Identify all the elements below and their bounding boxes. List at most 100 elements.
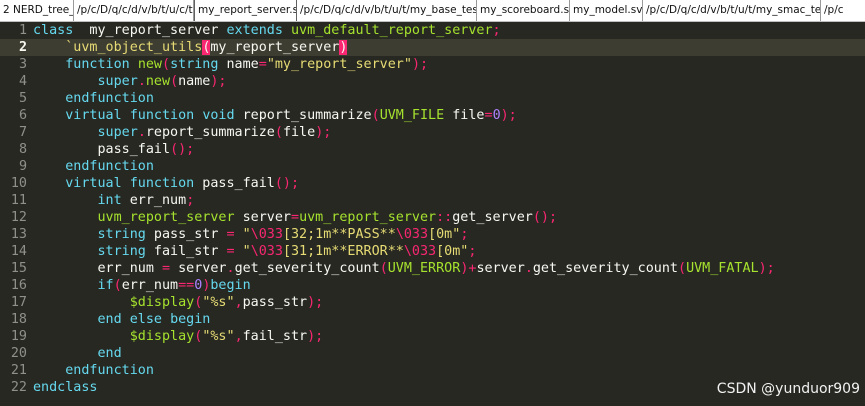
code-token: ; [492,23,501,38]
code-line[interactable]: 7 super.report_summarize(file); [0,124,865,141]
line-number: 20 [10,346,27,361]
code-line[interactable]: 2 `uvm_object_utils(my_report_server) [0,39,865,56]
code-token: = [226,244,235,259]
tab-p-c-d-q-c-d-v-b-t-u-t-my-smac-test-sv[interactable]: /p/c/D/q/c/d/v/b/t/u/t/my_smac_test.sv [643,0,821,21]
code-token: "%s" [202,295,235,310]
code-token: = [162,261,171,276]
code-token: . [524,261,533,276]
code-token: $display [129,329,195,344]
tab-2-nerd-tree-1[interactable]: 2 NERD_tree_1 [0,0,74,21]
code-token: = [258,57,267,72]
code-token: get_server [452,210,533,225]
code-token: ; [460,227,469,242]
line-number: 7 [18,125,27,140]
code-token: == [178,278,195,293]
code-line[interactable]: 11 int err_num; [0,192,865,209]
tab-my-model-sv[interactable]: my_model.sv [570,0,643,21]
code-line[interactable]: 4 super.new(name); [0,73,865,90]
code-token: UVM_FATAL [686,261,759,276]
code-line[interactable]: 19 $display("%s",fail_str); [0,328,865,345]
line-code: endfunction [33,158,154,175]
line-code: virtual function void report_summarize(U… [33,107,517,124]
code-token: get_severity_count [234,261,380,276]
code-line[interactable]: 16 if(err_num==0)begin [0,277,865,294]
line-code: endfunction [33,362,154,379]
code-line[interactable]: 6 virtual function void report_summarize… [0,107,865,124]
tab-p-c-d-q-c-d-v-b-t-u-c-tb-f[interactable]: /p/c/D/q/c/d/v/b/t/u/c/tb.f [74,0,194,21]
code-token: file [444,108,485,123]
code-token: pass_fail [194,176,275,191]
line-number: 1 [18,23,27,38]
code-token: file [282,125,316,140]
tab-my-report-server-sv[interactable]: my_report_server.sv [194,0,297,21]
code-line[interactable]: 20 end [0,345,865,362]
code-token: report_summarize [145,125,275,140]
code-token: ( [170,74,179,89]
code-line[interactable]: 12 uvm_report_server server=uvm_report_s… [0,209,865,226]
line-number: 21 [10,363,27,378]
line-number: 5 [18,91,27,106]
tab-p-c-d-q-c-d-v-b-t-u-t-my-base-test-sv[interactable]: /p/c/D/q/c/d/v/b/t/u/t/my_base_test.sv [297,0,477,21]
line-code: super.report_summarize(file); [33,124,332,141]
code-line[interactable]: 14 string fail_str = "\033[31;1m**ERROR*… [0,243,865,260]
code-token: void [202,108,235,123]
code-token: ( [678,261,687,276]
code-line[interactable]: 5 endfunction [0,90,865,107]
code-token: virtual [65,108,122,123]
line-code: `uvm_object_utils(my_report_server) [33,39,348,56]
code-token: \033 [250,244,283,259]
code-line[interactable]: 18 end else begin [0,311,865,328]
code-editor[interactable]: 1 class my_report_server extends uvm_defa… [0,22,865,406]
code-line[interactable]: 13 string pass_str = "\033[32;1m**PASS**… [0,226,865,243]
code-token: server [170,261,227,276]
line-number: 6 [18,108,27,123]
code-line[interactable]: 8 pass_fail(); [0,141,865,158]
line-code: int err_num; [33,192,195,209]
code-token: err_num [121,193,187,208]
line-code: virtual function pass_fail(); [33,175,299,192]
code-line[interactable]: 1 class my_report_server extends uvm_defa… [0,22,865,39]
code-token: class [33,23,74,38]
code-token: super [97,125,138,140]
code-token: endfunction [65,159,154,174]
line-number: 16 [10,278,27,293]
code-token: \033 [395,227,429,242]
code-token: ( [113,278,122,293]
tab-p-c[interactable]: /p/c [821,0,865,21]
code-line[interactable]: 15 err_num = server.get_severity_count(U… [0,260,865,277]
code-token: . [137,74,146,89]
line-code: pass_fail(); [33,141,194,158]
line-code: function new(string name="my_report_serv… [33,56,428,73]
line-code: $display("%s",fail_str); [33,328,324,345]
code-line[interactable]: 21 endfunction [0,362,865,379]
code-token: get_severity_count [532,261,678,276]
tab-my-scoreboard-sv[interactable]: my_scoreboard.sv [477,0,570,21]
code-line[interactable]: 3 function new(string name="my_report_se… [0,56,865,73]
code-token: \033 [250,227,283,242]
code-line[interactable]: 9 endfunction [0,158,865,175]
code-line[interactable]: 17 $display("%s",pass_str); [0,294,865,311]
line-number: 3 [18,57,27,72]
code-token: UVM_FILE [379,108,445,123]
code-line[interactable]: 10 virtual function pass_fail(); [0,175,865,192]
line-number: 14 [10,244,27,259]
code-token: name [218,57,259,72]
code-token: . [137,125,146,140]
code-token: (); [274,176,300,191]
code-token: )+ [460,261,477,276]
code-token: " [242,227,251,242]
code-token: ); [758,261,775,276]
line-code: class my_report_server extends uvm_defau… [33,22,501,39]
code-token: pass_fail [33,142,171,157]
code-token: int [97,193,122,208]
code-token: , [234,295,243,310]
code-token: string [97,244,146,259]
